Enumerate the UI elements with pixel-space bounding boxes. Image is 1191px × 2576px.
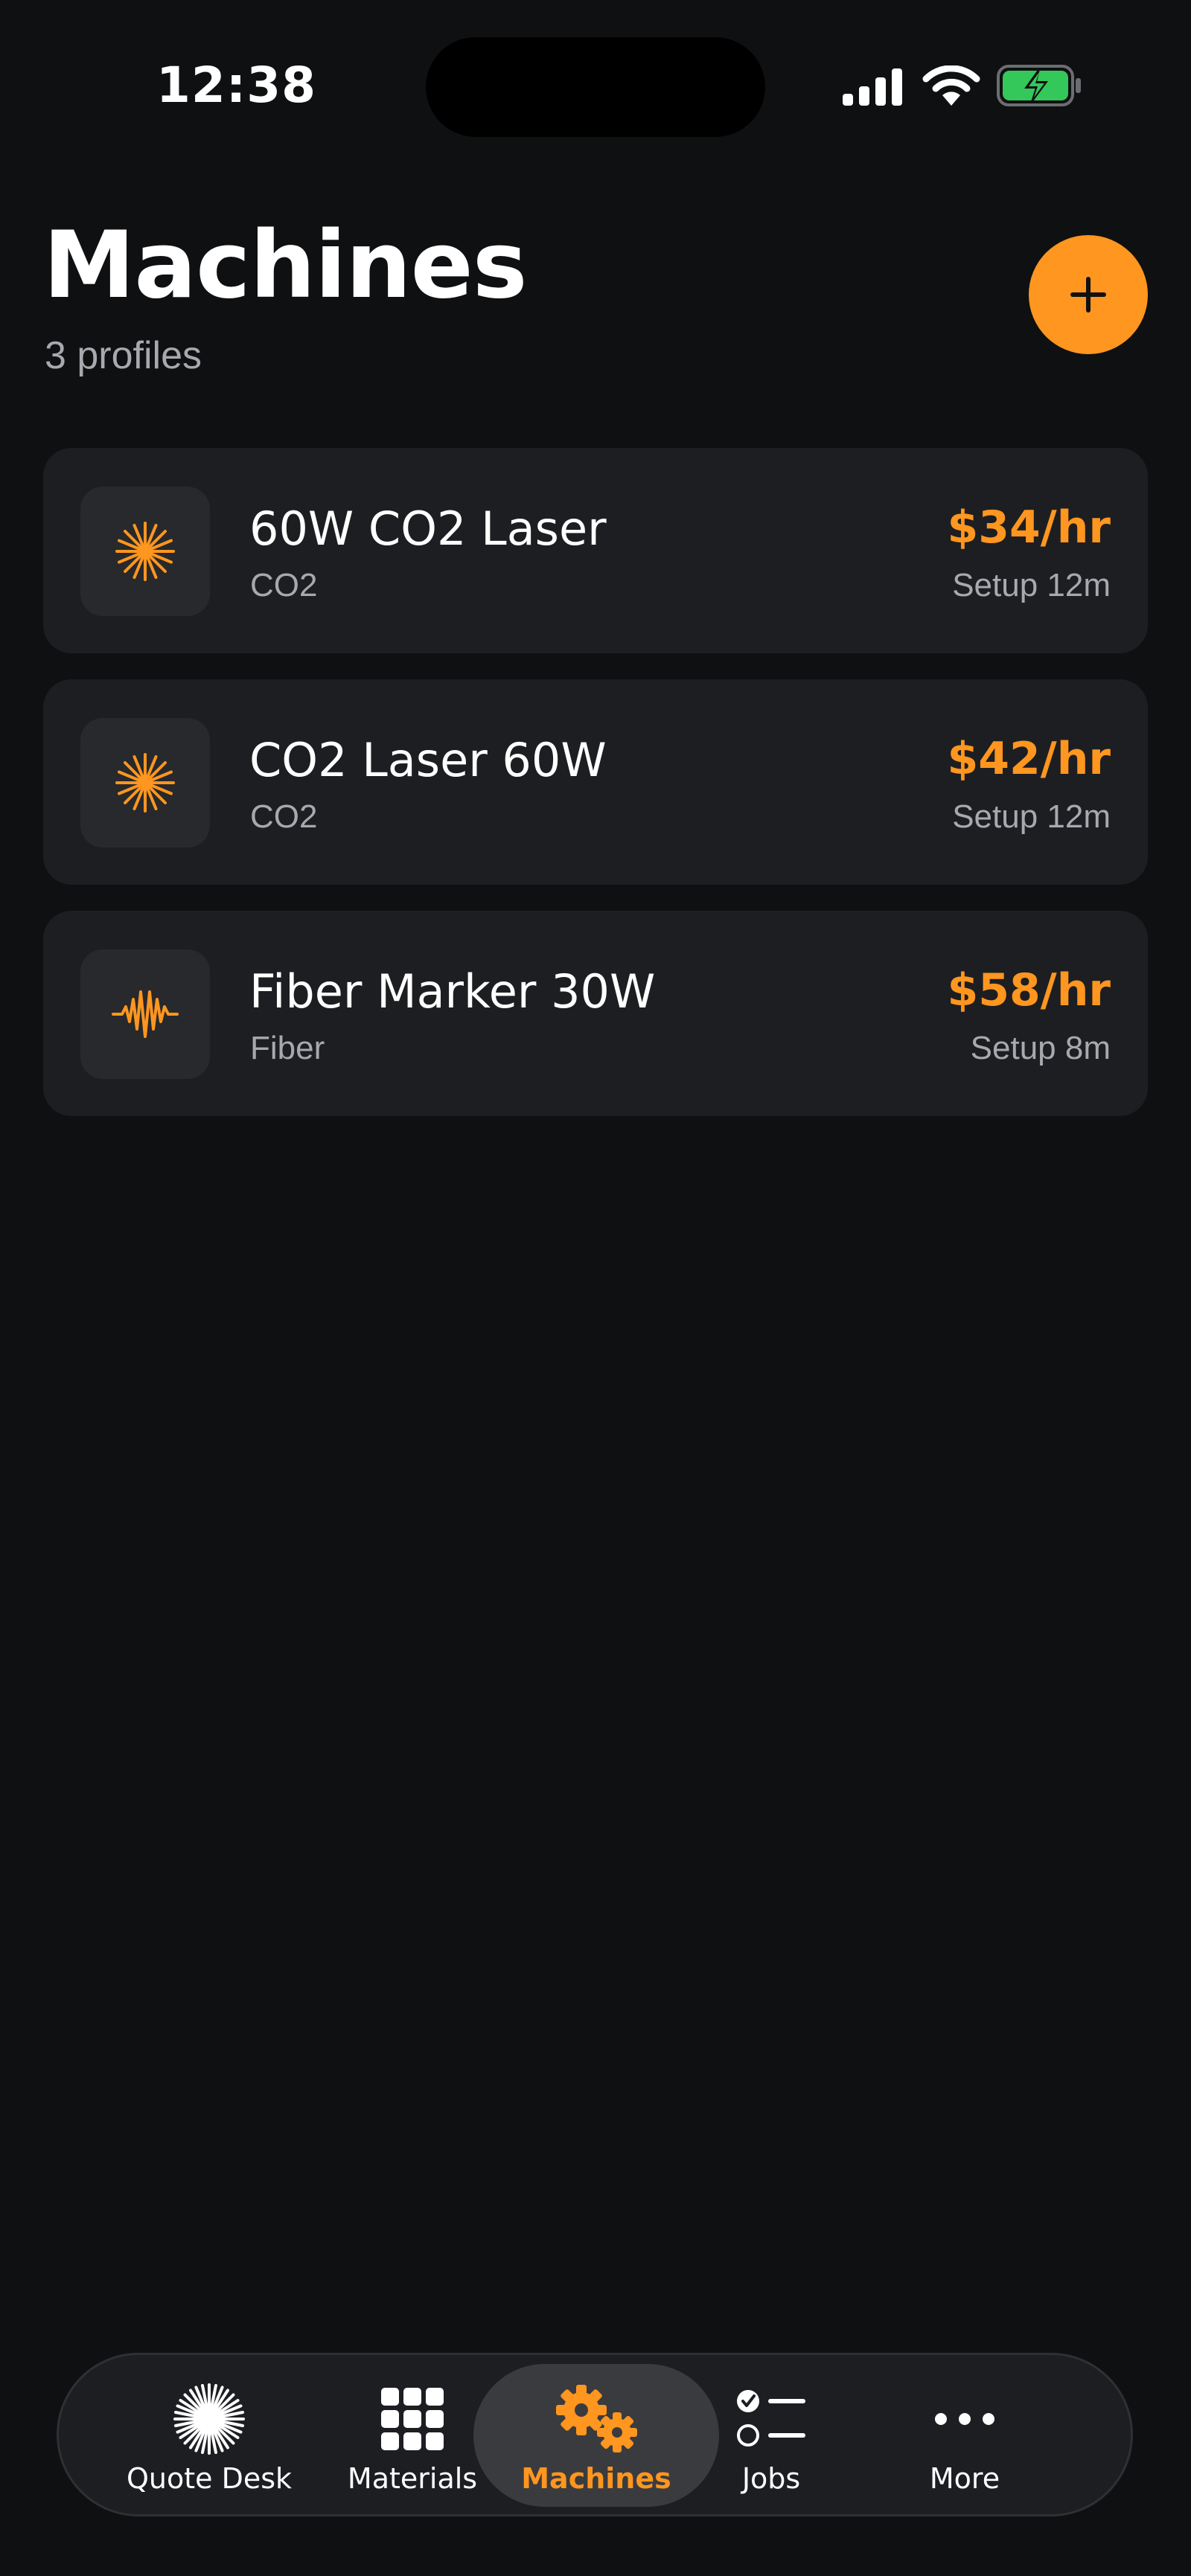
add-machine-button[interactable] [1029, 235, 1148, 354]
starburst-icon [173, 2383, 245, 2455]
sunburst-icon [115, 522, 175, 581]
machine-name: CO2 Laser 60W [249, 733, 607, 787]
machine-icon-tile [80, 487, 210, 616]
machine-card[interactable]: Fiber Marker 30W Fiber $58/hr Setup 8m [43, 911, 1148, 1116]
machine-rate: $34/hr [947, 502, 1111, 554]
ellipsis-icon [935, 2413, 994, 2425]
machine-list: 60W CO2 Laser CO2 $34/hr Setup 12m CO2 L… [43, 448, 1148, 1142]
status-bar: 12:38 [0, 0, 1191, 164]
plus-icon [1070, 277, 1106, 313]
wifi-icon [922, 65, 980, 106]
machine-setup-time: Setup 8m [970, 1030, 1111, 1066]
machine-icon-tile [80, 718, 210, 848]
machine-icon-tile [80, 949, 210, 1079]
status-time: 12:38 [156, 57, 317, 114]
signal-icon [843, 68, 902, 106]
machine-type: CO2 [250, 798, 318, 835]
machine-name: 60W CO2 Laser [249, 502, 607, 556]
machine-rate: $58/hr [947, 964, 1111, 1016]
machine-card[interactable]: CO2 Laser 60W CO2 $42/hr Setup 12m [43, 679, 1148, 885]
tab-more[interactable]: More [864, 2364, 1065, 2507]
battery-icon [997, 65, 1081, 106]
tab-label: Machines [521, 2462, 671, 2495]
waveform-icon [112, 990, 179, 1038]
checklist-icon [737, 2390, 805, 2447]
tab-label: More [929, 2462, 1000, 2495]
machine-type: CO2 [250, 567, 318, 603]
machine-setup-time: Setup 12m [952, 567, 1111, 603]
tab-bar: Quote Desk Materials Machines Jobs More [57, 2353, 1133, 2516]
sunburst-icon [115, 753, 175, 813]
machine-setup-time: Setup 12m [952, 798, 1111, 835]
tab-jobs[interactable]: Jobs [671, 2364, 872, 2507]
tab-label: Materials [347, 2462, 478, 2495]
machine-rate: $42/hr [947, 733, 1111, 785]
dynamic-island [426, 37, 765, 137]
profile-count: 3 profiles [45, 334, 202, 377]
tab-label: Jobs [741, 2462, 801, 2495]
gears-icon [556, 2385, 637, 2452]
machine-name: Fiber Marker 30W [249, 964, 656, 1019]
tab-label: Quote Desk [126, 2462, 293, 2495]
grid-icon [381, 2388, 444, 2450]
machine-type: Fiber [250, 1030, 325, 1066]
machine-card[interactable]: 60W CO2 Laser CO2 $34/hr Setup 12m [43, 448, 1148, 653]
page-title: Machines [43, 212, 528, 319]
